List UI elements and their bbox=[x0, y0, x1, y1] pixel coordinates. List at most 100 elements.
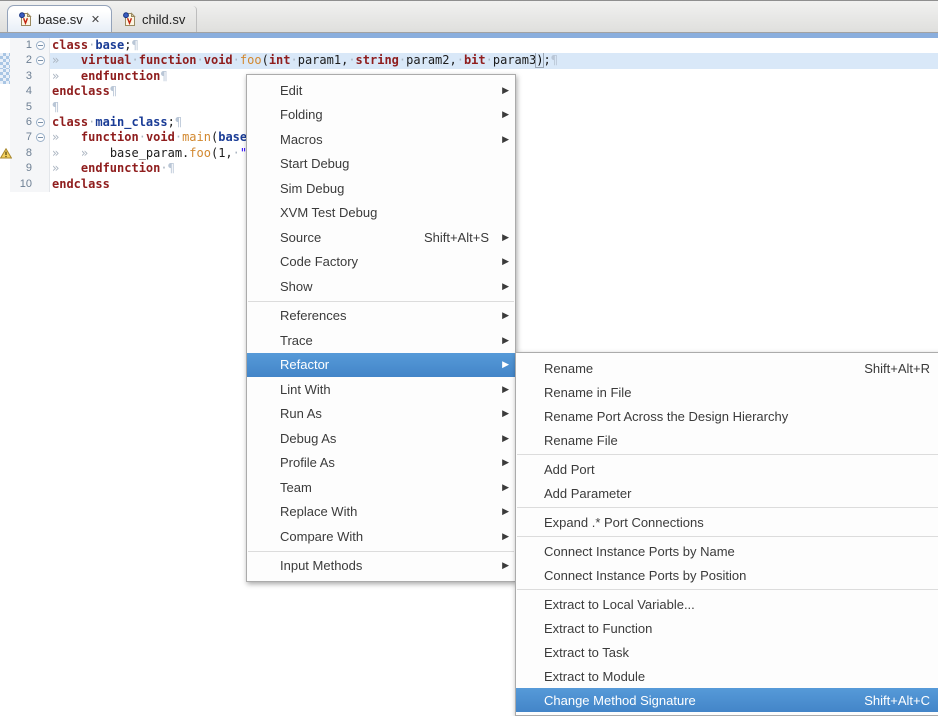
menu-item-debug-as[interactable]: Debug As▶ bbox=[247, 426, 515, 451]
menu-item-xvm-test-debug[interactable]: XVM Test Debug bbox=[247, 201, 515, 226]
code-token: ¶ bbox=[132, 38, 139, 52]
code-token: function bbox=[139, 53, 197, 67]
menu-item-label: Start Debug bbox=[280, 156, 349, 171]
menu-item-label: Extract to Function bbox=[544, 621, 652, 636]
tab-label: base.sv bbox=[38, 12, 83, 27]
close-tab-icon[interactable]: ✕ bbox=[91, 13, 100, 26]
range-indicator bbox=[0, 53, 10, 68]
menu-item-label: Input Methods bbox=[280, 558, 362, 573]
menu-item-refactor[interactable]: Refactor▶ bbox=[247, 353, 515, 378]
menu-item-team[interactable]: Team▶ bbox=[247, 475, 515, 500]
menu-item-rename[interactable]: RenameShift+Alt+R bbox=[516, 356, 938, 380]
code-token: · bbox=[131, 53, 138, 67]
menu-item-label: Extract to Module bbox=[544, 669, 645, 684]
menu-item-label: Folding bbox=[280, 107, 323, 122]
code-token: · bbox=[139, 130, 146, 144]
menu-item-compare-with[interactable]: Compare With▶ bbox=[247, 524, 515, 549]
menu-item-code-factory[interactable]: Code Factory▶ bbox=[247, 250, 515, 275]
menu-item-change-method-signature[interactable]: Change Method SignatureShift+Alt+C bbox=[516, 688, 938, 712]
menu-item-edit[interactable]: Edit▶ bbox=[247, 78, 515, 103]
code-token: (1, bbox=[211, 146, 233, 160]
menu-separator bbox=[517, 589, 938, 590]
menu-item-references[interactable]: References▶ bbox=[247, 304, 515, 329]
menu-item-profile-as[interactable]: Profile As▶ bbox=[247, 451, 515, 476]
editor-tab-bar: base.sv ✕ child.sv bbox=[0, 0, 938, 33]
menu-item-trace[interactable]: Trace▶ bbox=[247, 328, 515, 353]
menu-item-sim-debug[interactable]: Sim Debug bbox=[247, 176, 515, 201]
fold-collapse-icon[interactable] bbox=[36, 118, 45, 127]
submenu-arrow-icon: ▶ bbox=[497, 560, 509, 571]
code-token: class bbox=[52, 38, 88, 52]
menu-item-start-debug[interactable]: Start Debug bbox=[247, 152, 515, 177]
menu-item-rename-file[interactable]: Rename File bbox=[516, 428, 938, 452]
code-token: » bbox=[52, 161, 81, 175]
menu-separator bbox=[517, 454, 938, 455]
tab-label: child.sv bbox=[142, 12, 185, 27]
editor-line-1: 1class·base;¶ bbox=[0, 38, 938, 53]
menu-item-label: Lint With bbox=[280, 382, 331, 397]
menu-item-connect-instance-ports-by-name[interactable]: Connect Instance Ports by Name bbox=[516, 539, 938, 563]
menu-separator bbox=[517, 507, 938, 508]
line-number: 5 bbox=[10, 100, 34, 115]
code-token: » bbox=[52, 146, 81, 160]
code-token: base_param. bbox=[110, 146, 189, 160]
menu-item-source[interactable]: SourceShift+Alt+S▶ bbox=[247, 225, 515, 250]
menu-item-show[interactable]: Show▶ bbox=[247, 274, 515, 299]
code-token: » bbox=[81, 146, 110, 160]
fold-collapse-icon[interactable] bbox=[36, 41, 45, 50]
menu-item-extract-to-module[interactable]: Extract to Module bbox=[516, 664, 938, 688]
line-number: 8 bbox=[10, 146, 34, 161]
code-token: ¶ bbox=[52, 100, 59, 114]
menu-item-label: Debug As bbox=[280, 431, 336, 446]
code-token: param3 bbox=[493, 53, 536, 67]
menu-item-input-methods[interactable]: Input Methods ▶ bbox=[247, 554, 515, 579]
submenu-arrow-icon: ▶ bbox=[497, 232, 509, 243]
menu-item-macros[interactable]: Macros▶ bbox=[247, 127, 515, 152]
menu-item-folding[interactable]: Folding▶ bbox=[247, 103, 515, 128]
code-token: base bbox=[95, 38, 124, 52]
fold-collapse-icon[interactable] bbox=[36, 56, 45, 65]
menu-item-lint-with[interactable]: Lint With▶ bbox=[247, 377, 515, 402]
menu-item-label: Connect Instance Ports by Name bbox=[544, 544, 735, 559]
menu-item-label: Add Parameter bbox=[544, 486, 631, 501]
folding-gutter bbox=[34, 69, 50, 84]
menu-item-label: Replace With bbox=[280, 504, 357, 519]
range-indicator bbox=[0, 69, 10, 84]
menu-item-label: Team bbox=[280, 480, 312, 495]
menu-item-replace-with[interactable]: Replace With▶ bbox=[247, 500, 515, 525]
menu-item-label: Refactor bbox=[280, 357, 329, 372]
code-token: foo bbox=[240, 53, 262, 67]
code-token: · bbox=[233, 146, 240, 160]
menu-item-connect-instance-ports-by-position[interactable]: Connect Instance Ports by Position bbox=[516, 563, 938, 587]
annotation-gutter bbox=[0, 146, 10, 161]
warning-icon[interactable] bbox=[0, 148, 12, 159]
menu-item-rename-in-file[interactable]: Rename in File bbox=[516, 380, 938, 404]
menu-item-label: Trace bbox=[280, 333, 313, 348]
code-token: · bbox=[486, 53, 493, 67]
menu-item-expand-port-connections[interactable]: Expand .* Port Connections bbox=[516, 510, 938, 534]
submenu-arrow-icon: ▶ bbox=[497, 256, 509, 267]
menu-item-label: Expand .* Port Connections bbox=[544, 515, 704, 530]
fold-collapse-icon[interactable] bbox=[36, 133, 45, 142]
menu-item-extract-to-task[interactable]: Extract to Task bbox=[516, 640, 938, 664]
sv-file-icon bbox=[19, 12, 32, 27]
code-token: · bbox=[233, 53, 240, 67]
menu-item-label: Source bbox=[280, 230, 321, 245]
menu-item-shortcut: Shift+Alt+C bbox=[864, 693, 930, 708]
menu-item-rename-port-across-the-design-hierarchy[interactable]: Rename Port Across the Design Hierarchy bbox=[516, 404, 938, 428]
code-token: » bbox=[52, 130, 81, 144]
menu-separator bbox=[248, 301, 514, 302]
menu-item-add-port[interactable]: Add Port bbox=[516, 457, 938, 481]
code-token: endfunction bbox=[81, 161, 160, 175]
code-line[interactable]: » virtual·function·void·foo(int·param1,·… bbox=[50, 53, 938, 68]
menu-item-extract-to-function[interactable]: Extract to Function bbox=[516, 616, 938, 640]
code-token: ; bbox=[124, 38, 131, 52]
code-line[interactable]: class·base;¶ bbox=[50, 38, 938, 53]
line-number: 2 bbox=[10, 53, 34, 68]
tab-child-sv[interactable]: child.sv bbox=[112, 6, 197, 32]
menu-item-label: Extract to Local Variable... bbox=[544, 597, 695, 612]
menu-item-extract-to-local-variable[interactable]: Extract to Local Variable... bbox=[516, 592, 938, 616]
menu-item-add-parameter[interactable]: Add Parameter bbox=[516, 481, 938, 505]
tab-base-sv[interactable]: base.sv ✕ bbox=[7, 5, 112, 32]
menu-item-run-as[interactable]: Run As▶ bbox=[247, 402, 515, 427]
